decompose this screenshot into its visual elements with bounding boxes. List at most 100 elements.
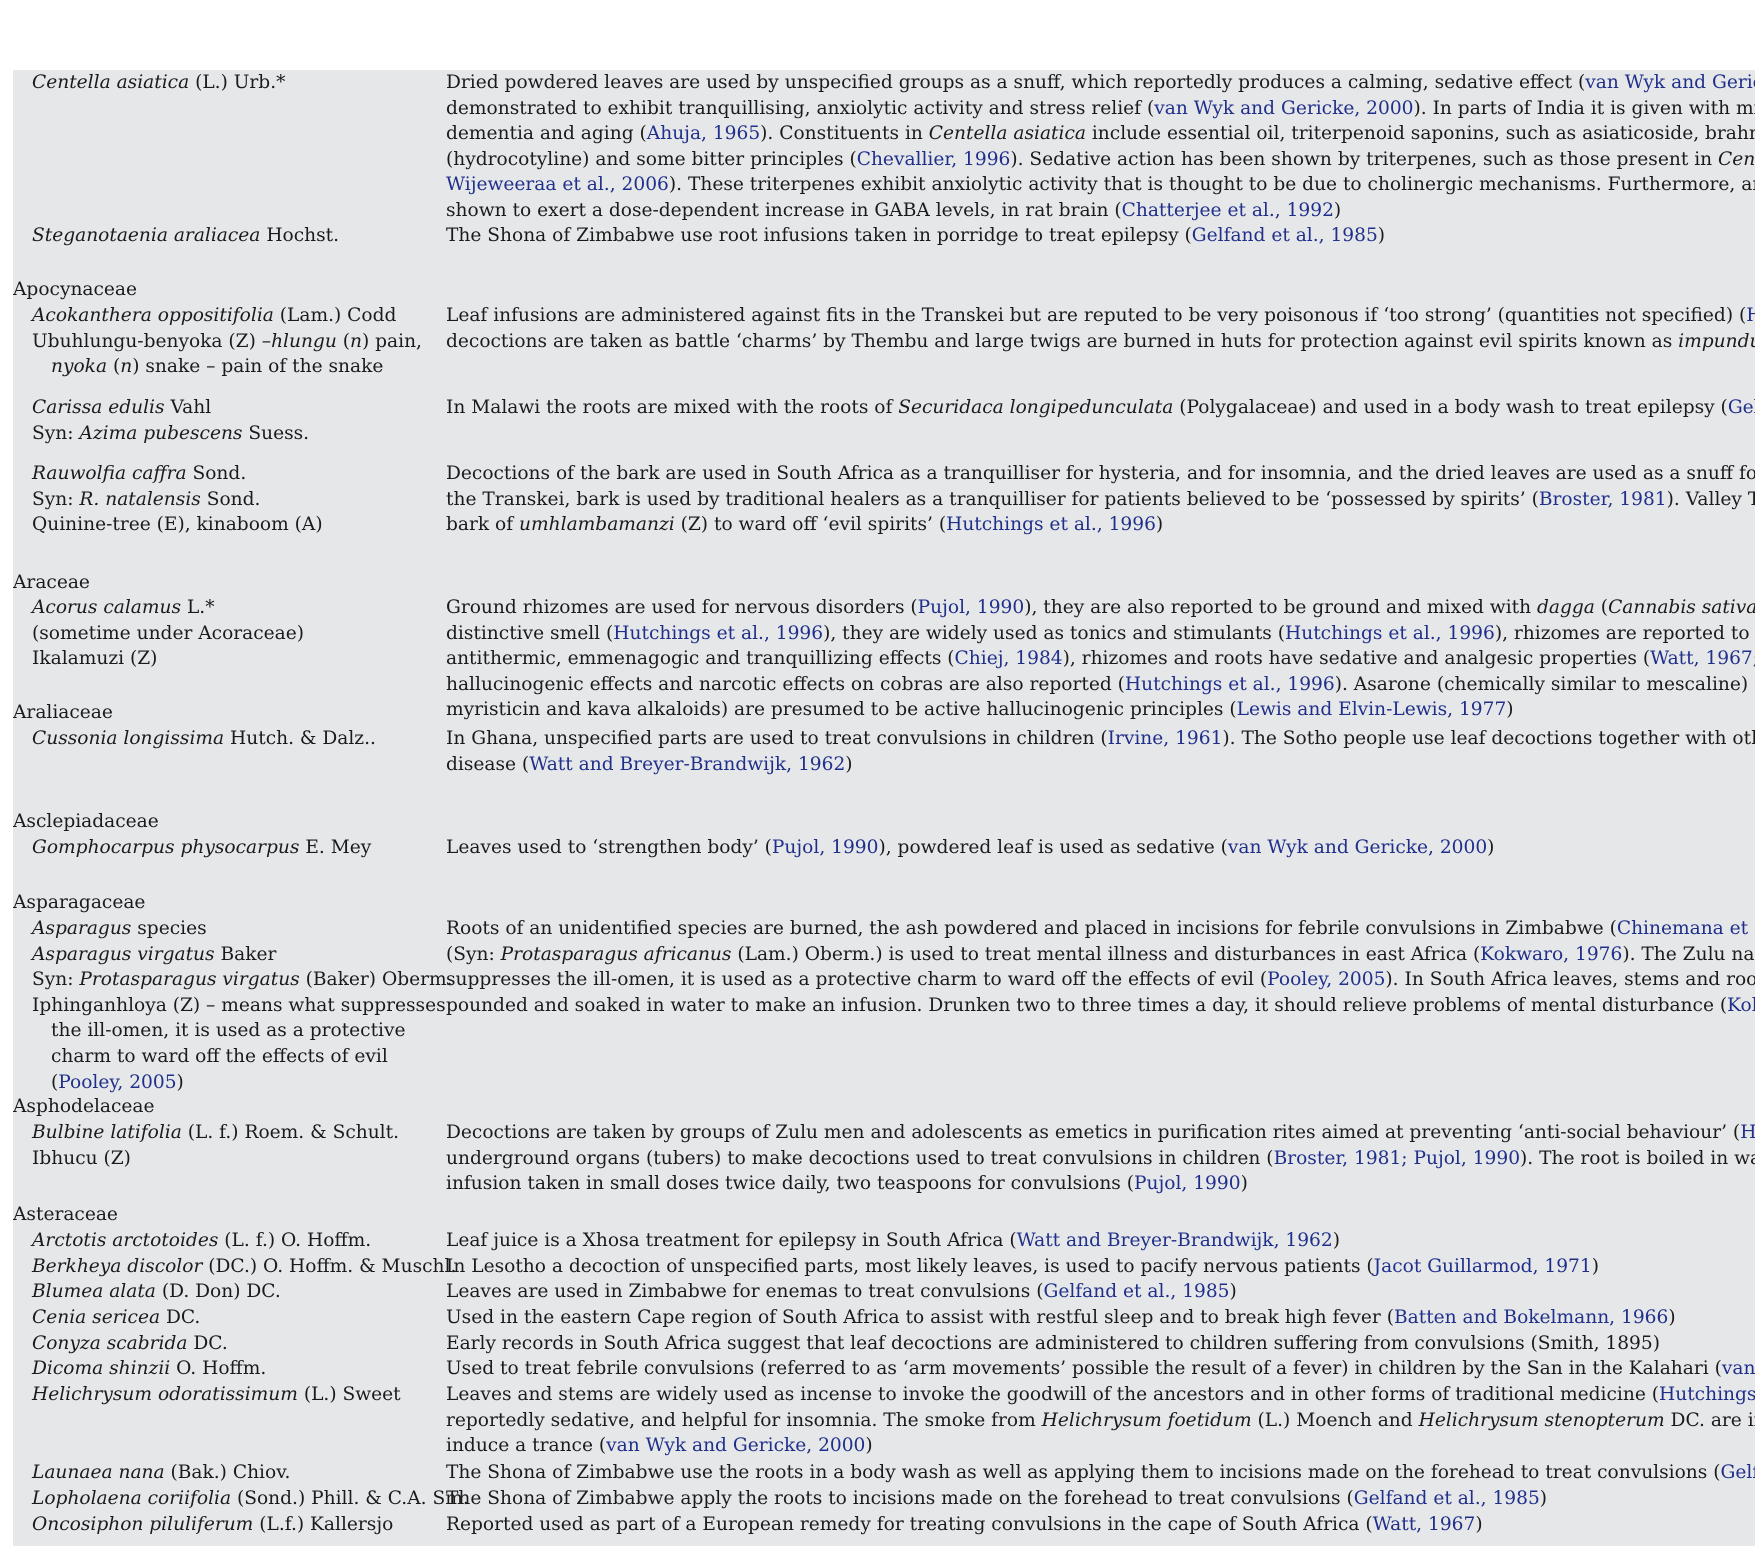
citation-link[interactable]: Pujol, 1990 [772, 837, 879, 858]
usage-cell: Decoctions of the bark are used in South… [446, 461, 1755, 538]
species-line: the ill-omen, it is used as a protective [51, 1020, 406, 1042]
usage-cell: In Ghana, unspecified parts are used to … [446, 726, 1755, 777]
species-cell: Bulbine latifolia (L. f.) Roem. & Schult… [13, 1120, 433, 1171]
citation-link[interactable]: Wijeweeraa et al., 2006 [446, 174, 669, 195]
usage-line: underground organs (tubers) to make deco… [446, 1147, 1755, 1169]
species-line: Asparagus virgatus Baker [32, 943, 277, 965]
citation-link[interactable]: Gelfand et al., 1985 [1720, 1462, 1755, 1483]
species-line: Centella asiatica (L.) Urb.* [32, 72, 286, 93]
usage-line: (hydrocotyline) and some bitter principl… [446, 148, 1755, 170]
species-line: Syn: Azima pubescens Suess. [32, 422, 310, 444]
citation-link[interactable]: Broster, 1981 [1539, 489, 1667, 510]
usage-line: Leaves used to ‘strengthen body’ (Pujol,… [446, 837, 1495, 858]
citation-link[interactable]: Ahuja, 1965 [647, 123, 760, 144]
usage-line: the Transkei, bark is used by traditiona… [446, 488, 1755, 510]
citation-link[interactable]: Watt and Breyer-Brandwijk, 1962 [529, 754, 845, 775]
citation-link[interactable]: Hutchings et al., 1996 [613, 623, 823, 644]
species-line: Rauwolfia caffra Sond. [32, 463, 247, 484]
usage-cell: Leaves are used in Zimbabwe for enemas t… [446, 1279, 1755, 1305]
family-name: Araliaceae [13, 700, 433, 726]
citation-link[interactable]: Hutchings et al., 1996 [1659, 1384, 1755, 1405]
citation-link[interactable]: Jacot Guillarmod, 1971 [1374, 1256, 1592, 1277]
citation-link[interactable]: Chevallier, 1996 [857, 149, 1011, 170]
citation-link[interactable]: Gelfand et al., 1985 [1354, 1488, 1540, 1509]
usage-line: Ground rhizomes are used for nervous dis… [446, 597, 1755, 618]
usage-line: In Ghana, unspecified parts are used to … [446, 728, 1755, 749]
species-cell: Berkheya discolor (DC.) O. Hoffm. & Musc… [13, 1254, 456, 1280]
citation-link[interactable]: van Wyk and Gericke, 2000 [1722, 1358, 1755, 1379]
usage-line: In Malawi the roots are mixed with the r… [446, 395, 1755, 421]
citation-link[interactable]: Chatterjee et al., 1992 [1122, 200, 1334, 221]
usage-line: myristicin and kava alkaloids) are presu… [446, 699, 1514, 721]
citation-link[interactable]: Kokwaro, 1976 [1480, 944, 1622, 965]
family-name: Asparagaceae [13, 890, 433, 916]
species-cell: Carissa edulis Vahl Syn: Azima pubescens … [13, 395, 433, 446]
citation-link[interactable]: Pujol, 1990 [1134, 1173, 1241, 1194]
usage-line: Used in the eastern Cape region of South… [446, 1307, 1676, 1328]
usage-line: Leaves and stems are widely used as ince… [446, 1382, 1755, 1408]
citation-link[interactable]: Pooley, 2005 [1267, 969, 1385, 990]
citation-link[interactable]: Kokwaro, 1976 [1727, 995, 1755, 1016]
usage-cell: The Shona of Zimbabwe apply the roots to… [446, 1486, 1755, 1512]
citation-link[interactable]: Batten and Bokelmann, 1966 [1394, 1307, 1668, 1328]
species-cell: Lopholaena coriifolia (Sond.) Phill. & C… [13, 1486, 469, 1512]
usage-line: Used to treat febrile convulsions (refer… [446, 1356, 1755, 1382]
citation-link[interactable]: Watt and Breyer-Brandwijk, 1962 [1017, 1230, 1333, 1251]
citation-link[interactable]: van Wyk and Gericke, 2000 [1228, 837, 1487, 858]
citation-link[interactable]: Pujol, 1990 [918, 597, 1025, 618]
citation-link[interactable]: Chiej, 1984 [955, 648, 1063, 669]
species-cell: Blumea alata (D. Don) DC. [13, 1279, 433, 1305]
usage-line: Leaf juice is a Xhosa treatment for epil… [446, 1230, 1340, 1251]
usage-line: The Shona of Zimbabwe apply the roots to… [446, 1488, 1548, 1509]
species-line: Blumea alata (D. Don) DC. [32, 1281, 281, 1302]
citation-link[interactable]: Lewis and Elvin-Lewis, 1977 [1237, 699, 1507, 720]
family-label: Asteraceae [13, 1204, 118, 1225]
species-line: charm to ward off the effects of evil [51, 1045, 388, 1067]
species-line: Iphinganhloya (Z) – means what suppresse… [32, 994, 446, 1016]
citation-link[interactable]: Irvine, 1961 [1108, 728, 1223, 749]
species-line: Conyza scabrida DC. [32, 1333, 228, 1354]
species-cell: Cussonia longissima Hutch. & Dalz.. [13, 726, 433, 752]
species-line: (Pooley, 2005) [51, 1071, 184, 1093]
citation-link[interactable]: Gelfand et al., 1985 [1192, 225, 1378, 246]
citation-link[interactable]: van Wyk and Gericke, 2000 [1585, 72, 1755, 93]
citation-link[interactable]: Hutchings et al., 1996 [1740, 1122, 1755, 1143]
citation-link[interactable]: van Wyk and Gericke, 2000 [606, 1435, 865, 1456]
citation-link[interactable]: Watt, 1967 [1373, 1514, 1476, 1535]
species-line: Gomphocarpus physocarpus E. Mey [32, 837, 372, 858]
species-line: Acorus calamus L.* [32, 597, 215, 618]
citation-link[interactable]: Broster, 1981; Pujol, 1990 [1274, 1148, 1520, 1169]
species-line: Launaea nana (Bak.) Chiov. [32, 1462, 291, 1483]
citation-link[interactable]: van Wyk and Gericke, 2000 [1154, 98, 1413, 119]
species-line: Cenia sericea DC. [32, 1307, 201, 1328]
plant-table: Centella asiatica (L.) Urb.* Dried powder… [13, 70, 1755, 1546]
usage-cell: Dried powdered leaves are used by unspec… [446, 70, 1755, 224]
citation-link[interactable]: Hutchings et al., 1996 [946, 514, 1156, 535]
species-cell: Dicoma shinzii O. Hoffm. [13, 1356, 433, 1382]
usage-cell: Decoctions are taken by groups of Zulu m… [446, 1120, 1755, 1197]
citation-link[interactable]: Watt, 1967; Lewis [1650, 648, 1755, 669]
family-name: Asclepiadaceae [13, 809, 433, 835]
usage-line: Leaves are used in Zimbabwe for enemas t… [446, 1281, 1237, 1302]
citation-link[interactable]: Chinemana et al., 1985 [1617, 918, 1755, 939]
usage-cell: Used to treat febrile convulsions (refer… [446, 1356, 1755, 1382]
usage-line: Wijeweeraa et al., 2006). These triterpe… [446, 174, 1755, 196]
citation-link[interactable]: Gelfand et al., 1985 [1043, 1281, 1229, 1302]
citation-link[interactable]: Hutchings et al., 1996 [1285, 623, 1495, 644]
species-cell: Acorus calamus L.* (sometime under Acorac… [13, 595, 433, 672]
citation-link[interactable]: Hutchings et al., 1996 [1746, 305, 1755, 326]
usage-line: suppresses the ill-omen, it is used as a… [446, 969, 1755, 991]
usage-cell: The Shona of Zimbabwe use the roots in a… [446, 1460, 1755, 1486]
species-line: Syn: Protasparagus virgatus (Baker) Ober… [32, 969, 453, 991]
species-line: Ibhucu (Z) [32, 1147, 131, 1169]
species-cell: Cenia sericea DC. [13, 1305, 433, 1331]
citation-link[interactable]: Hutchings et al., 1996 [1125, 674, 1335, 695]
usage-cell: Roots of an unidentified species are bur… [446, 916, 1755, 1018]
usage-cell: In Malawi the roots are mixed with the r… [446, 395, 1755, 421]
family-name: Apocynaceae [13, 277, 433, 303]
citation-link[interactable]: Gelfand et al., 1985 [1728, 397, 1755, 418]
family-label: Apocynaceae [13, 279, 138, 300]
usage-line: Dried powdered leaves are used by unspec… [446, 70, 1755, 96]
usage-cell: Leaves used to ‘strengthen body’ (Pujol,… [446, 835, 1755, 861]
species-line: Arctotis arctotoides (L. f.) O. Hoffm. [32, 1230, 372, 1251]
